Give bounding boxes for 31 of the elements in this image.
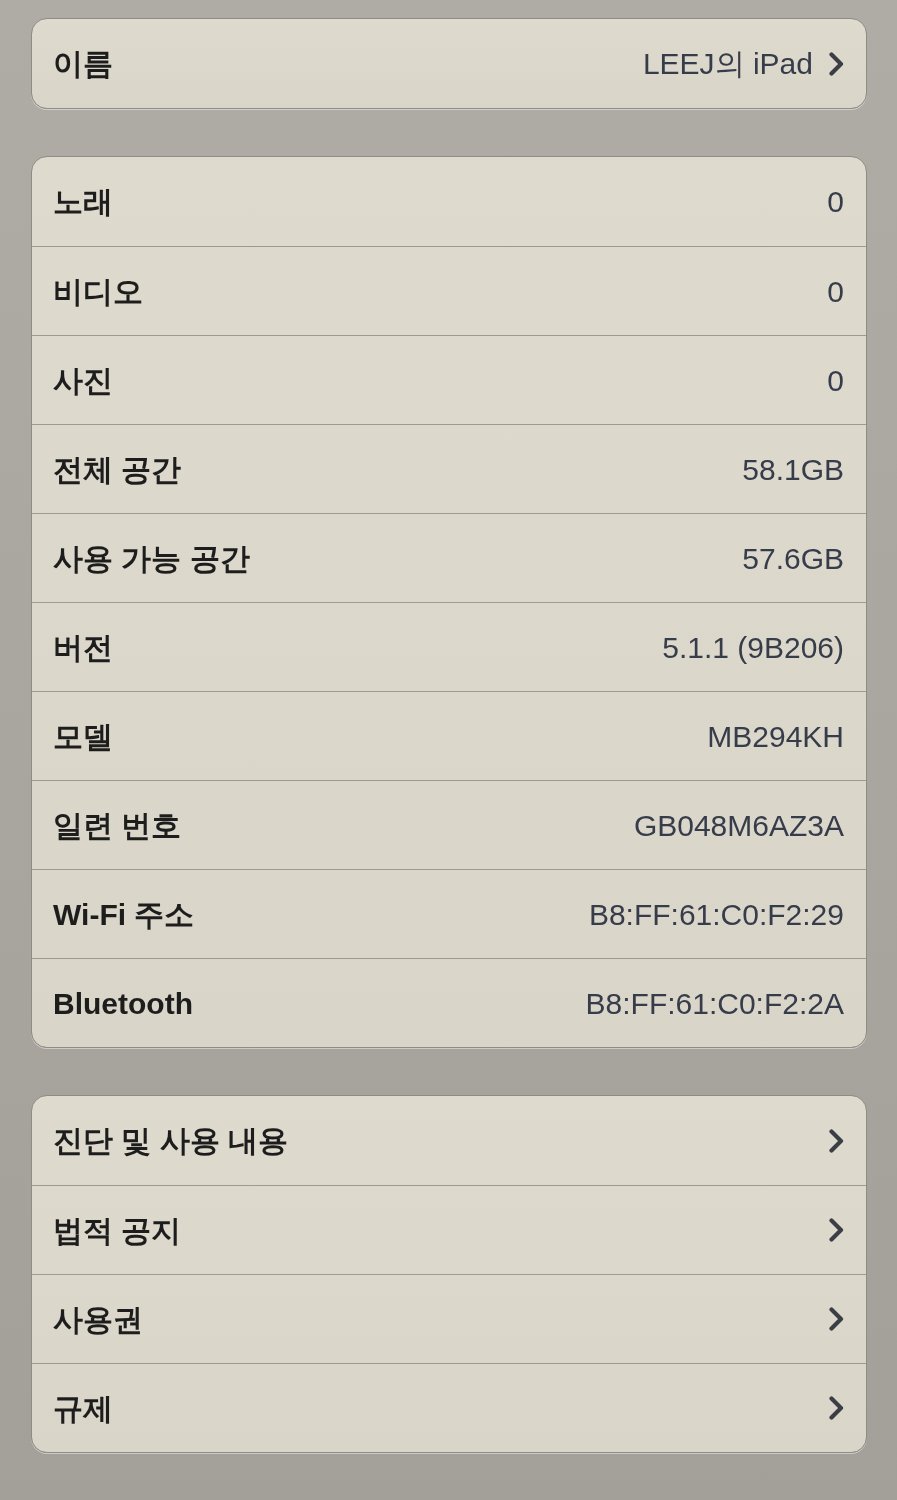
menu-item-label[interactable]: 법적 공지 (53, 1207, 182, 1253)
chevron-icon[interactable] (829, 1218, 844, 1242)
chevron-icon[interactable] (829, 1307, 844, 1331)
menu-item-label[interactable]: 사용권 (53, 1296, 143, 1342)
chevron-icon[interactable] (829, 1128, 844, 1153)
setting-value: 0 (827, 362, 844, 399)
setting-label: 버전 (53, 629, 113, 666)
setting-label: 사진 (53, 362, 113, 399)
setting-label: 모델 (53, 718, 113, 755)
setting-value: MB294KH (707, 718, 844, 755)
setting-value: 58.1GB (742, 451, 844, 488)
setting-value: B8:FF:61:C0:F2:2A (585, 985, 844, 1022)
menu-item-label[interactable]: 이름 (53, 41, 113, 86)
menu-item-label[interactable]: 진단 및 사용 내용 (53, 1118, 288, 1163)
setting-label: 노래 (53, 184, 113, 220)
chevron-icon[interactable] (829, 51, 844, 76)
setting-value: B8:FF:61:C0:F2:29 (588, 896, 844, 933)
setting-value: LEEJ의 iPad (642, 46, 813, 82)
setting-label: 전체 공간 (53, 451, 182, 488)
setting-label: 사용 가능 공간 (53, 540, 250, 577)
setting-label: 비디오 (53, 273, 143, 310)
menu-item-label[interactable]: 규제 (53, 1385, 113, 1431)
setting-label: Bluetooth (53, 985, 193, 1022)
chevron-icon[interactable] (829, 1396, 844, 1420)
setting-value: 57.6GB (742, 540, 844, 577)
setting-value: 5.1.1 (9B206) (662, 629, 844, 666)
setting-label: Wi-Fi 주소 (53, 896, 195, 933)
setting-label: 일련 번호 (53, 807, 182, 844)
setting-value: 0 (827, 273, 844, 310)
setting-value: GB048M6AZ3A (633, 807, 844, 844)
setting-value: 0 (827, 184, 844, 220)
